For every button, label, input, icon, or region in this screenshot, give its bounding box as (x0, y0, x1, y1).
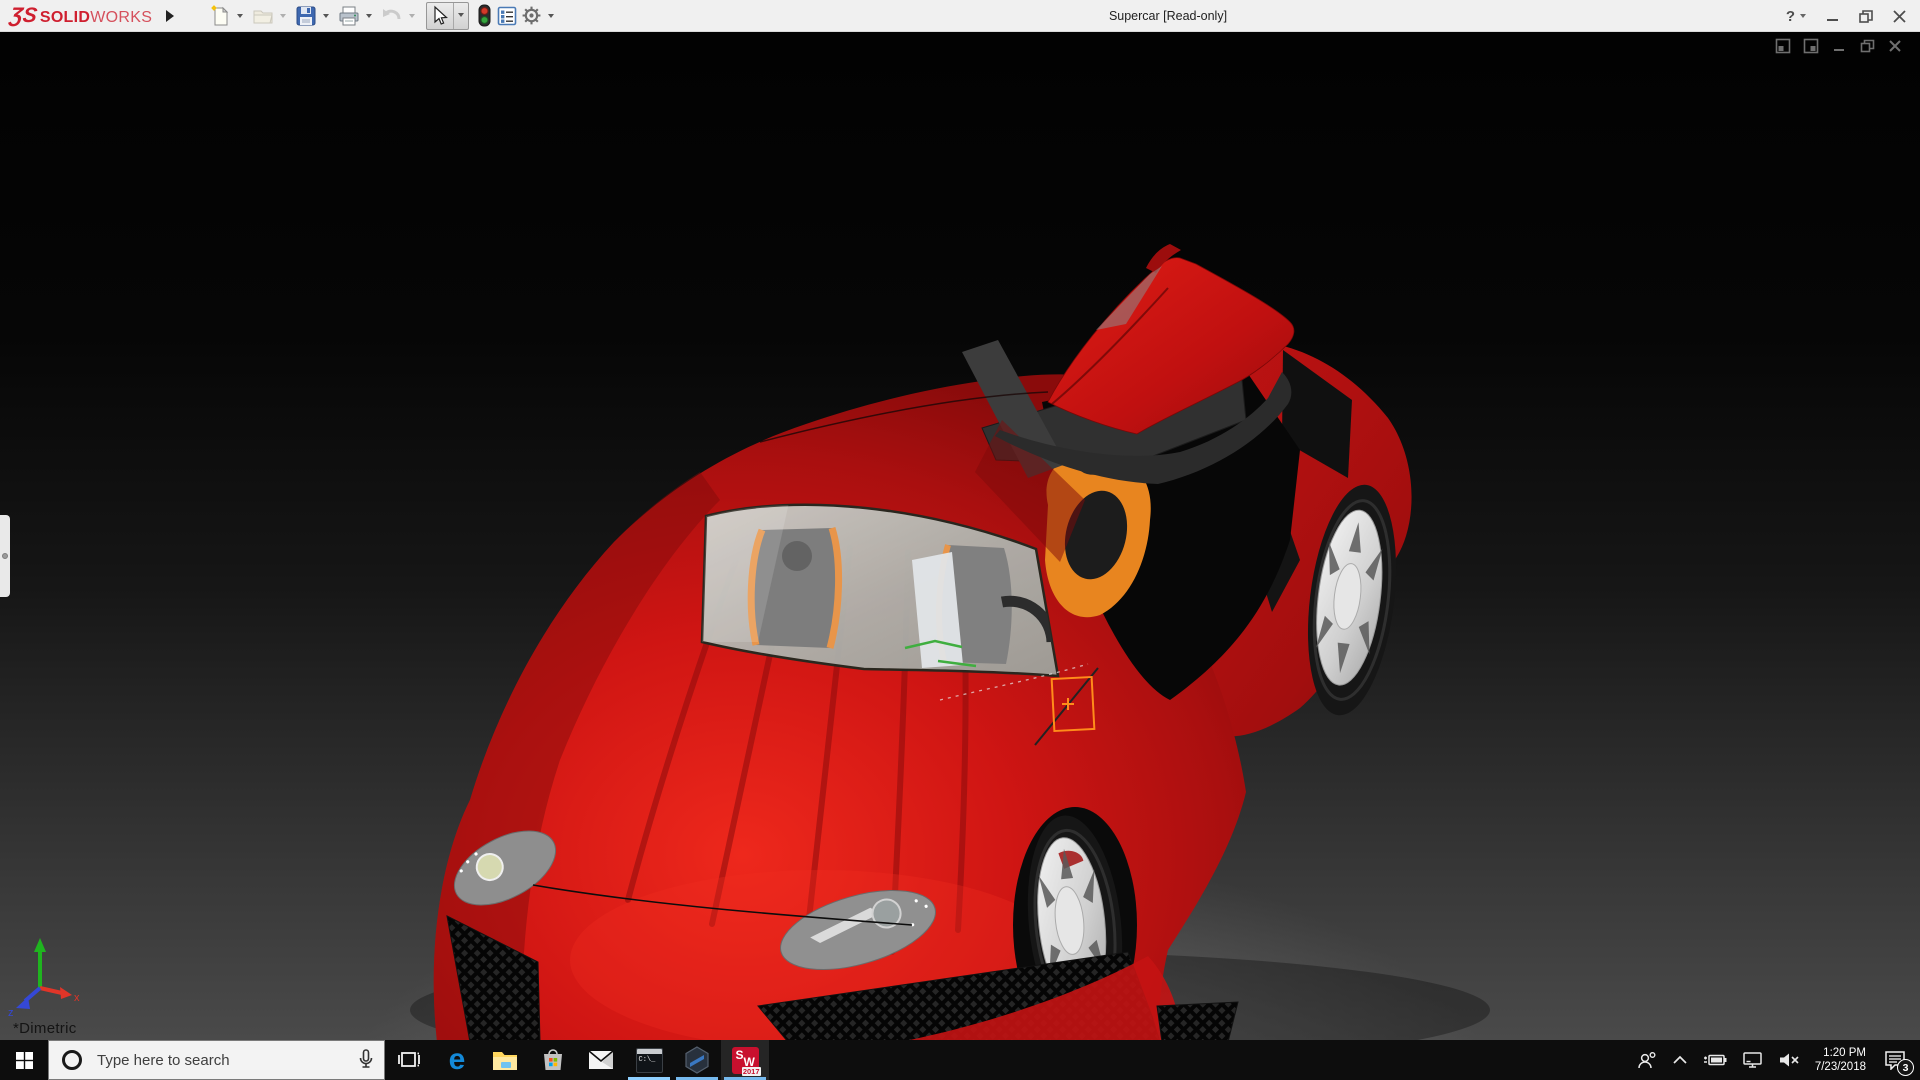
taskbar-mail[interactable] (577, 1040, 625, 1080)
undo-icon (381, 5, 403, 27)
taskbar-solidworks[interactable]: S W 2017 (721, 1040, 769, 1080)
people-icon (1636, 1050, 1658, 1070)
taskbar-hexagon-app[interactable] (673, 1040, 721, 1080)
save-floppy-icon (295, 5, 317, 27)
file-properties-button[interactable] (496, 4, 518, 28)
taskbar-edge[interactable]: e (433, 1040, 481, 1080)
select-dropdown-icon (458, 13, 464, 20)
start-button[interactable] (0, 1040, 48, 1080)
taskbar-file-explorer[interactable] (481, 1040, 529, 1080)
title-bar: ƷS SOLID WORKS (0, 0, 1920, 32)
doc-minimize-button[interactable] (1830, 37, 1848, 55)
car-model[interactable]: x z (0, 32, 1920, 1040)
search-input[interactable] (95, 1051, 358, 1070)
window-controls: ? (1786, 0, 1906, 32)
side-vent-right[interactable] (1157, 1002, 1238, 1040)
save-button[interactable] (294, 3, 318, 29)
hidden-icons-button[interactable] (1665, 1040, 1695, 1080)
pane-right-button[interactable] (1802, 37, 1820, 55)
main-toolbar (210, 2, 560, 30)
network-icon (1742, 1051, 1764, 1069)
windows-taskbar: e (0, 1040, 1920, 1080)
options-dropdown-icon[interactable] (548, 14, 554, 21)
command-prompt-icon: C:\_ (636, 1048, 663, 1073)
windows-logo-icon (16, 1052, 33, 1069)
print-button[interactable] (337, 3, 361, 29)
system-tray: 1:20 PM 7/23/2018 3 (1629, 1040, 1920, 1080)
store-icon (541, 1048, 565, 1072)
clock-time: 1:20 PM (1823, 1046, 1866, 1060)
clock-date: 7/23/2018 (1815, 1060, 1866, 1074)
chevron-up-icon (1672, 1055, 1688, 1065)
rebuild-button[interactable] (474, 2, 494, 30)
solidworks-window: ƷS SOLID WORKS (0, 0, 1920, 1080)
task-view-icon (397, 1049, 421, 1071)
battery-charging-icon (1702, 1053, 1728, 1067)
triad-x-label: x (74, 992, 80, 1004)
open-button (251, 3, 275, 29)
file-properties-icon (497, 6, 517, 26)
dassault-logo-icon: ƷS (8, 4, 38, 28)
restore-button[interactable] (1859, 10, 1873, 23)
notification-badge: 3 (1897, 1059, 1914, 1076)
save-dropdown-icon[interactable] (323, 14, 329, 21)
help-icon: ? (1786, 8, 1795, 25)
taskbar-clock[interactable]: 1:20 PM 7/23/2018 (1807, 1046, 1876, 1074)
solidworks-logo: ƷS SOLID WORKS (10, 4, 152, 28)
undo-button (380, 3, 404, 29)
new-dropdown-icon[interactable] (237, 14, 243, 21)
options-button[interactable] (520, 3, 543, 28)
close-button[interactable] (1893, 10, 1906, 23)
printer-icon (338, 5, 360, 27)
mail-icon (588, 1050, 614, 1070)
panel-tab-handle-icon (2, 553, 8, 559)
solidworks-2017-icon: S W 2017 (732, 1047, 759, 1074)
volume-button[interactable] (1771, 1040, 1807, 1080)
graphics-area[interactable]: x z *Dimetric (0, 32, 1920, 1040)
doc-restore-button[interactable] (1858, 37, 1876, 55)
new-document-button[interactable] (210, 3, 232, 29)
menu-flyout-icon[interactable] (166, 10, 180, 22)
select-dropdown-button[interactable] (454, 3, 468, 29)
orientation-triad: x z (8, 938, 80, 1019)
taskbar-store[interactable] (529, 1040, 577, 1080)
gear-icon (521, 5, 542, 26)
battery-button[interactable] (1695, 1040, 1735, 1080)
undo-dropdown-icon (409, 14, 415, 21)
help-dropdown-icon (1800, 14, 1806, 21)
view-orientation-label: *Dimetric (13, 1020, 77, 1037)
collapsed-panel-tab[interactable] (0, 515, 10, 597)
minimize-button[interactable] (1826, 10, 1839, 23)
pane-left-button[interactable] (1774, 37, 1792, 55)
file-explorer-icon (492, 1049, 518, 1071)
open-folder-icon (252, 5, 274, 27)
taskbar-task-view[interactable] (385, 1040, 433, 1080)
select-tool-button[interactable] (427, 3, 454, 29)
print-dropdown-icon[interactable] (366, 14, 372, 21)
cursor-select-icon (431, 5, 449, 27)
volume-muted-icon (1778, 1052, 1800, 1068)
help-button[interactable]: ? (1786, 8, 1806, 25)
people-button[interactable] (1629, 1040, 1665, 1080)
open-dropdown-icon (280, 14, 286, 21)
triad-z-label: z (8, 1007, 14, 1019)
cortana-icon (61, 1049, 83, 1071)
select-tool-group (426, 2, 469, 30)
doc-close-button[interactable] (1886, 37, 1904, 55)
taskbar-command-prompt[interactable]: C:\_ (625, 1040, 673, 1080)
hexagon-app-icon (684, 1046, 710, 1074)
taskbar-search[interactable] (48, 1040, 385, 1080)
document-window-controls (1774, 37, 1904, 55)
network-button[interactable] (1735, 1040, 1771, 1080)
document-title: Supercar [Read-only] (1109, 0, 1227, 32)
microphone-icon[interactable] (358, 1049, 374, 1071)
action-center-button[interactable]: 3 (1876, 1040, 1920, 1080)
traffic-light-icon (475, 4, 493, 28)
new-document-icon (211, 5, 231, 27)
edge-icon: e (449, 1047, 466, 1073)
